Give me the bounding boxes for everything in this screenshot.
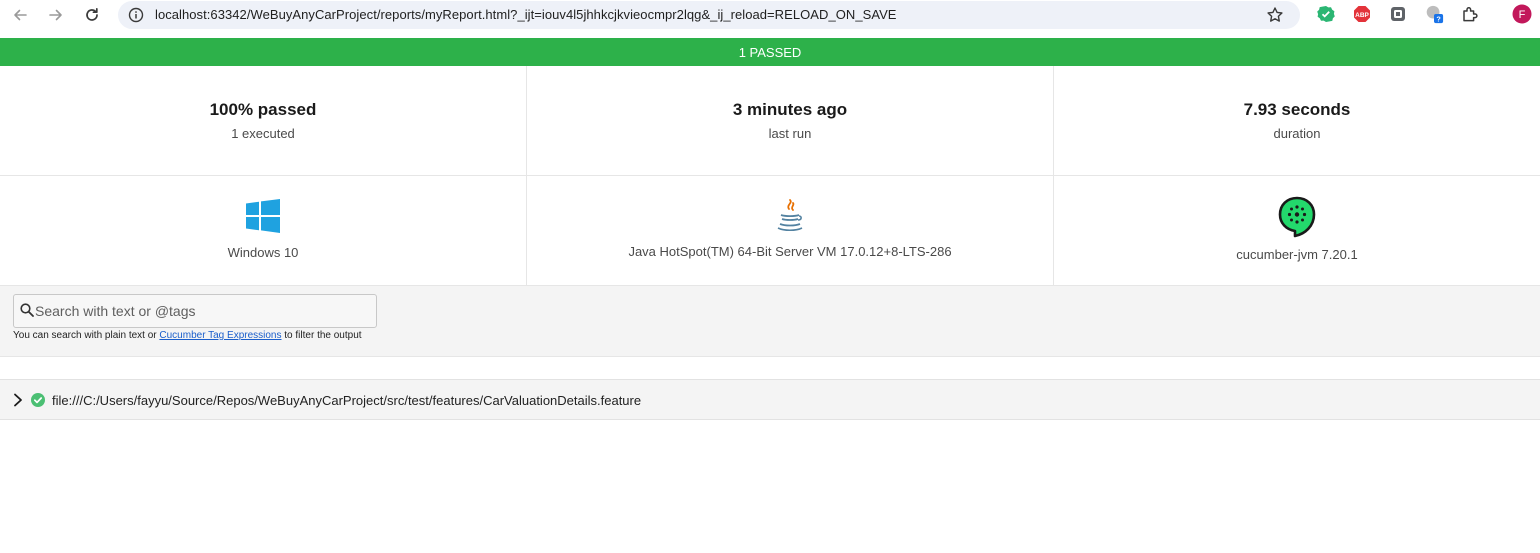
java-icon (775, 198, 805, 239)
search-help-prefix: You can search with plain text or (13, 330, 160, 341)
profile-avatar[interactable]: F (1512, 4, 1532, 24)
search-icon (20, 303, 34, 322)
stat-value: 3 minutes ago (732, 100, 848, 119)
os-label: Windows 10 (227, 245, 299, 260)
svg-text:?: ? (1436, 15, 1441, 24)
passed-check-icon (31, 393, 45, 412)
search-help-text: You can search with plain text or Cucumb… (13, 330, 362, 341)
tag-expressions-link[interactable]: Cucumber Tag Expressions (159, 330, 281, 341)
site-info-icon[interactable] (128, 7, 144, 28)
windows-icon (245, 198, 281, 239)
env-tool: cucumber-jvm 7.20.1 (1054, 176, 1540, 285)
arrow-right-icon (49, 9, 62, 21)
stat-label: last run (768, 126, 812, 141)
env-os: Windows 10 (0, 176, 527, 285)
runtime-label: Java HotSpot(TM) 64-Bit Server VM 17.0.1… (628, 244, 952, 259)
address-bar[interactable]: localhost:63342/WeBuyAnyCarProject/repor… (118, 1, 1300, 29)
search-input[interactable] (35, 301, 365, 321)
search-box[interactable] (13, 294, 377, 328)
extensions-puzzle-icon[interactable] (1460, 4, 1480, 24)
stat-duration: 7.93 seconds duration (1054, 66, 1540, 175)
stat-last-run: 3 minutes ago last run (527, 66, 1054, 175)
spacer (0, 357, 1540, 379)
url-text[interactable]: localhost:63342/WeBuyAnyCarProject/repor… (155, 7, 897, 22)
reload-button[interactable] (77, 0, 107, 30)
back-button[interactable] (5, 0, 35, 30)
bookmark-star-icon[interactable] (1266, 6, 1284, 29)
stat-label: 1 executed (231, 126, 295, 141)
env-runtime: Java HotSpot(TM) 64-Bit Server VM 17.0.1… (527, 176, 1054, 285)
feature-row[interactable]: file:///C:/Users/fayyu/Source/Repos/WeBu… (0, 379, 1540, 420)
abp-label: ABP (1355, 12, 1369, 19)
extension-grey-icon[interactable] (1388, 4, 1408, 24)
browser-toolbar: localhost:63342/WeBuyAnyCarProject/repor… (0, 0, 1540, 38)
tool-label: cucumber-jvm 7.20.1 (1236, 247, 1358, 262)
stat-value: 100% passed (209, 100, 317, 119)
environment-info: Windows 10 Java HotSpot(TM) 64-Bit Serve… (0, 176, 1540, 286)
extension-green-icon[interactable] (1316, 4, 1336, 24)
search-help-suffix: to filter the output (281, 330, 362, 341)
status-bar: 1 PASSED (0, 38, 1540, 66)
cucumber-icon (1278, 196, 1316, 243)
stat-value: 7.93 seconds (1243, 100, 1351, 119)
forward-button[interactable] (41, 0, 71, 30)
profile-initial: F (1519, 9, 1526, 21)
chevron-right-icon[interactable] (12, 393, 24, 412)
reload-icon (86, 7, 98, 21)
extension-help-icon[interactable]: ? (1424, 4, 1444, 24)
feature-path[interactable]: file:///C:/Users/fayyu/Source/Repos/WeBu… (52, 393, 641, 408)
search-panel: You can search with plain text or Cucumb… (0, 286, 1540, 357)
summary-stats: 100% passed 1 executed 3 minutes ago las… (0, 66, 1540, 176)
adblock-plus-icon[interactable]: ABP (1352, 4, 1372, 24)
arrow-left-icon (14, 9, 27, 21)
stat-label: duration (1273, 126, 1321, 141)
status-text: 1 PASSED (738, 44, 802, 60)
stat-passed: 100% passed 1 executed (0, 66, 527, 175)
